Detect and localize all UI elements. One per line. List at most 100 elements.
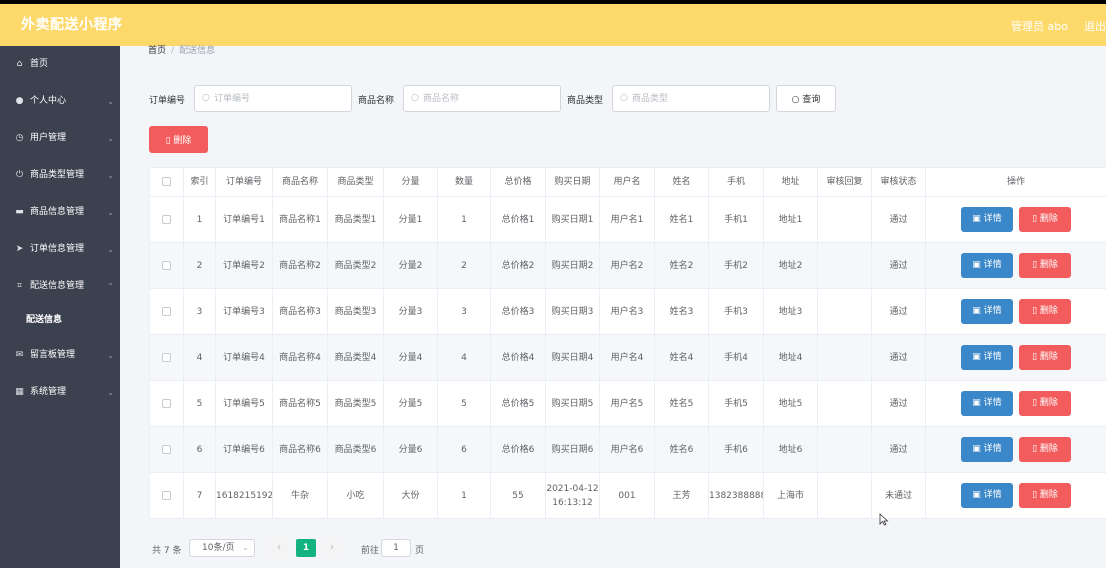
table-cell: 地址1 <box>763 196 818 243</box>
delete-button[interactable]: ▯ 删除 <box>1019 391 1071 416</box>
table-cell: 未通过 <box>871 472 926 519</box>
sidebar-item-label: 商品类型管理 <box>30 170 85 180</box>
current-page-button[interactable]: 1 <box>296 539 316 557</box>
column-header: 审核状态 <box>871 167 926 197</box>
table-cell: 商品名称1 <box>272 196 328 243</box>
document-icon: ▣ <box>972 490 984 500</box>
column-header: 审核回复 <box>817 167 872 197</box>
select-all-header <box>149 167 184 197</box>
trash-icon: ▯ <box>1032 214 1040 224</box>
product-type-input[interactable] <box>632 91 762 107</box>
sidebar-item[interactable]: ▬ 商品信息管理 ⌄ <box>0 194 120 231</box>
goto-page-input[interactable] <box>381 539 411 557</box>
detail-button[interactable]: ▣ 详情 <box>961 437 1013 462</box>
batch-delete-button[interactable]: ▯ 删除 <box>149 126 208 153</box>
top-bar: 外卖配送小程序 管理员 abo 退出 <box>0 0 1106 46</box>
table-cell: 姓名2 <box>654 242 709 289</box>
next-page-button[interactable]: › <box>322 539 342 557</box>
table-cell: 商品类型1 <box>327 196 384 243</box>
detail-button[interactable]: ▣ 详情 <box>961 391 1013 416</box>
table-cell: 小吃 <box>327 472 384 519</box>
row-checkbox[interactable] <box>162 352 171 362</box>
sidebar-item[interactable]: ⏻ 商品类型管理 ⌄ <box>0 157 120 194</box>
sidebar-item[interactable]: ◷ 用户管理 ⌄ <box>0 120 120 157</box>
delete-button[interactable]: ▯ 删除 <box>1019 345 1071 370</box>
user-icon: ● <box>15 96 24 106</box>
data-table: 索引 订单编号 商品名称 商品类型 分量 数量 总价格 购买日期 用户名 姓名 手机 地址 审核回复 审核… <box>149 167 1106 519</box>
delete-button[interactable]: ▯ 删除 <box>1019 253 1071 278</box>
logout-link[interactable]: 退出 <box>1084 20 1106 33</box>
sidebar-item[interactable]: ● 个人中心 ⌄ <box>0 83 120 120</box>
table-cell: 总价格1 <box>490 196 546 243</box>
select-all-checkbox[interactable] <box>162 177 171 186</box>
delete-button[interactable]: ▯ 删除 <box>1019 483 1071 508</box>
column-header: 商品名称 <box>272 167 328 197</box>
column-header: 操作 <box>925 167 1106 197</box>
table-cell: 通过 <box>871 334 926 381</box>
page-size-select[interactable]: 10条/页 ⌄ <box>189 539 255 557</box>
detail-button[interactable]: ▣ 详情 <box>961 253 1013 278</box>
trash-icon: ▯ <box>1032 306 1040 316</box>
row-checkbox[interactable] <box>162 398 171 408</box>
table-cell: 用户名5 <box>599 380 655 427</box>
delete-button[interactable]: ▯ 删除 <box>1019 299 1071 324</box>
row-checkbox[interactable] <box>162 214 171 224</box>
table-cell: 手机4 <box>708 334 764 381</box>
table-cell: 用户名6 <box>599 426 655 473</box>
row-checkbox[interactable] <box>162 306 171 316</box>
table-cell: 5 <box>183 380 216 427</box>
table-cell: 总价格5 <box>490 380 546 427</box>
query-button-label: 查询 <box>802 95 821 105</box>
breadcrumb-home[interactable]: 首页 <box>148 46 166 56</box>
sidebar-item[interactable]: ⌗ 配送信息管理 ⌃ <box>0 268 120 305</box>
table-cell: 通过 <box>871 242 926 289</box>
table-cell: 总价格6 <box>490 426 546 473</box>
table-cell: 6 <box>183 426 216 473</box>
table-cell: 商品名称3 <box>272 288 328 335</box>
table-row: 1 订单编号1 商品名称1 商品类型1 分量1 1 总价格1 购买日期1 用户名1 姓名1 手机1 地… <box>149 196 1106 243</box>
row-select-cell <box>149 242 184 289</box>
chevron-icon: ⌄ <box>107 171 114 180</box>
prev-page-button[interactable]: ‹ <box>269 539 289 557</box>
sidebar-item[interactable]: ⌂ 首页 <box>0 46 120 83</box>
chevron-icon: ⌃ <box>107 282 114 291</box>
detail-button[interactable]: ▣ 详情 <box>961 299 1013 324</box>
table-body: 1 订单编号1 商品名称1 商品类型1 分量1 1 总价格1 购买日期1 用户名1 姓名1 手机1 地… <box>149 196 1106 519</box>
table-row: 3 订单编号3 商品名称3 商品类型3 分量3 3 总价格3 购买日期3 用户名3 姓名3 手机3 地… <box>149 288 1106 335</box>
sidebar-item-label: 首页 <box>30 59 49 69</box>
detail-button-label: 详情 <box>983 444 1002 454</box>
product-name-input[interactable] <box>423 91 553 107</box>
row-actions: ▣ 详情 ▯ 删除 <box>925 288 1106 335</box>
table-cell: 上海市 <box>763 472 818 519</box>
sidebar-item[interactable]: ✉ 留言板管理 ⌄ <box>0 337 120 374</box>
detail-button[interactable]: ▣ 详情 <box>961 483 1013 508</box>
delete-button[interactable]: ▯ 删除 <box>1019 207 1071 232</box>
sidebar-item[interactable]: ➤ 订单信息管理 ⌄ <box>0 231 120 268</box>
trash-icon: ▯ <box>1032 398 1040 408</box>
table-header-row: 索引 订单编号 商品名称 商品类型 分量 数量 总价格 购买日期 用户名 姓名 手机 地址 审核回复 审核… <box>149 167 1106 197</box>
detail-button[interactable]: ▣ 详情 <box>961 345 1013 370</box>
delete-button-label: 删除 <box>1039 398 1058 408</box>
product-type-field[interactable]: ○ <box>612 85 770 112</box>
table-cell: 订单编号2 <box>215 242 273 289</box>
row-checkbox[interactable] <box>162 444 171 454</box>
query-button[interactable]: ○ 查询 <box>776 85 836 112</box>
detail-button-label: 详情 <box>983 214 1002 224</box>
send-icon: ➤ <box>15 244 24 254</box>
row-checkbox[interactable] <box>162 260 171 270</box>
product-name-field[interactable]: ○ <box>403 85 561 112</box>
column-header: 数量 <box>437 167 491 197</box>
delete-button[interactable]: ▯ 删除 <box>1019 437 1071 462</box>
order-number-field[interactable]: ○ <box>194 85 352 112</box>
table-cell: 订单编号6 <box>215 426 273 473</box>
delete-button-label: 删除 <box>1039 260 1058 270</box>
sidebar-subitem-delivery-info[interactable]: 配送信息 <box>0 305 120 337</box>
table-cell: 购买日期6 <box>545 426 600 473</box>
sidebar-item[interactable]: ▦ 系统管理 ⌄ <box>0 374 120 411</box>
row-checkbox[interactable] <box>162 490 171 500</box>
admin-name[interactable]: 管理员 abo <box>1011 20 1068 33</box>
order-number-input[interactable] <box>214 91 344 107</box>
detail-button[interactable]: ▣ 详情 <box>961 207 1013 232</box>
crop-icon: ⌗ <box>16 281 23 291</box>
delete-button-label: 删除 <box>1039 306 1058 316</box>
